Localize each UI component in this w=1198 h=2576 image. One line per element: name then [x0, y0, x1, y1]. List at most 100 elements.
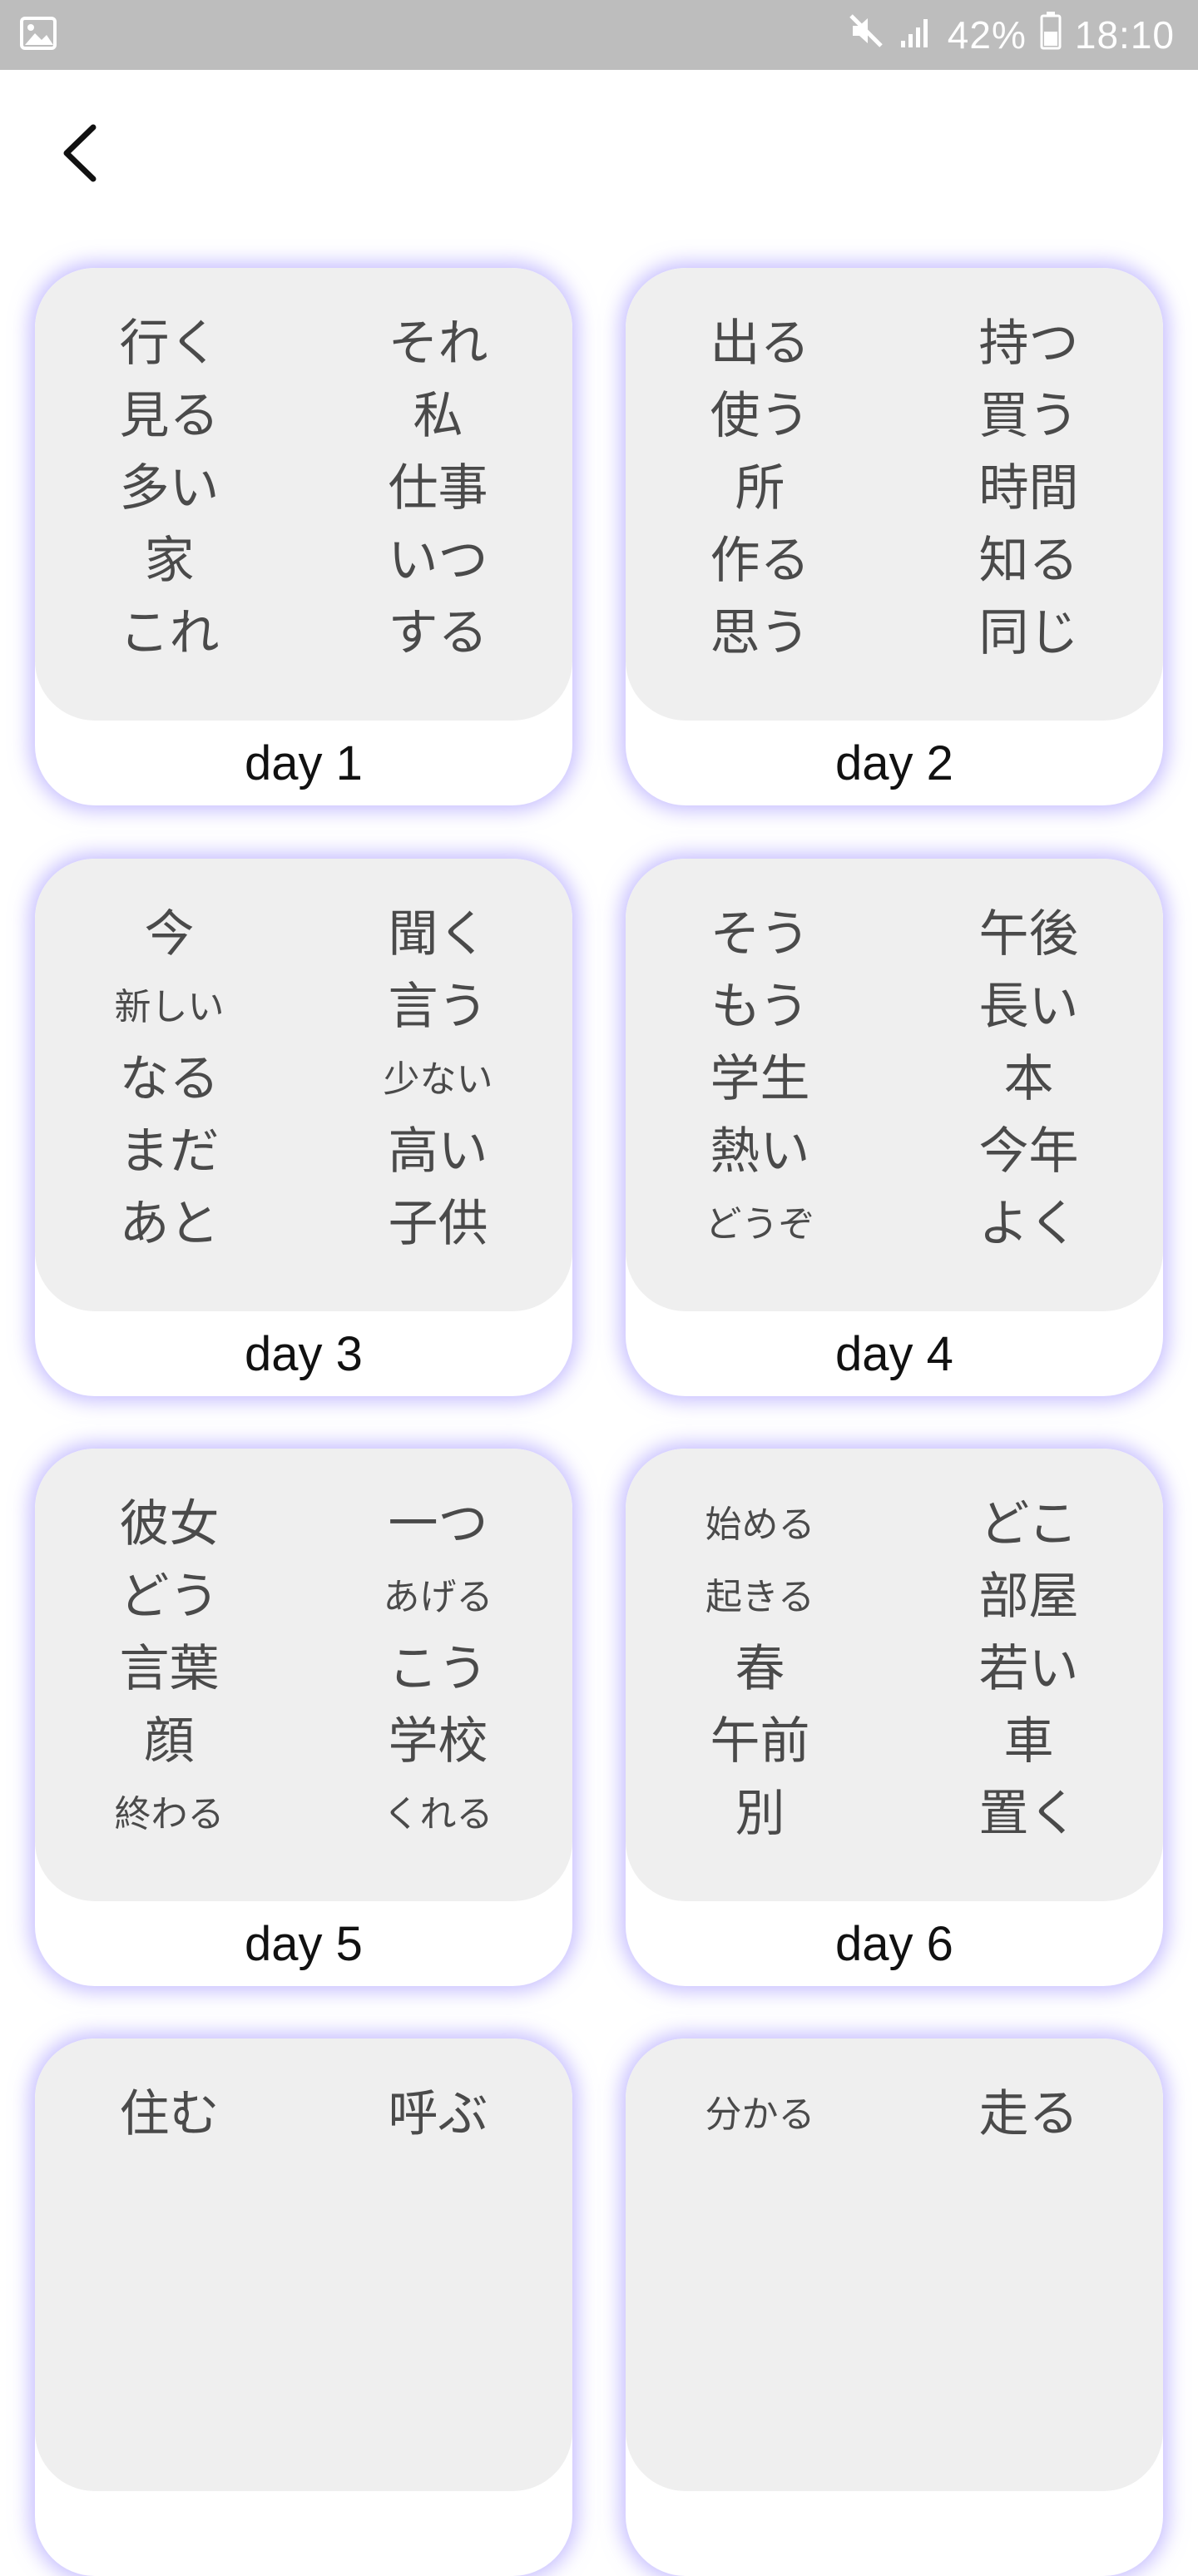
word-row: 彼女 一つ — [35, 1489, 572, 1561]
word: あと — [119, 1195, 220, 1253]
word: いつ — [388, 532, 488, 590]
word-row: 午前 車 — [626, 1706, 1163, 1778]
word: 多い — [119, 459, 220, 518]
word-row: 作る 知る — [626, 525, 1163, 597]
word: 家 — [144, 532, 195, 590]
word: 子供 — [388, 1195, 488, 1253]
word: 出る — [710, 315, 810, 373]
day-card[interactable]: 行く それ見る 私多い 仕事家 いつこれ する day 1 — [35, 268, 572, 805]
word: まだ — [119, 1122, 220, 1181]
word: 熱い — [710, 1122, 810, 1181]
day-label — [35, 2491, 572, 2576]
word-row: 行く それ — [35, 308, 572, 380]
day-label — [626, 2491, 1163, 2576]
word-row: 所 時間 — [626, 453, 1163, 525]
word-list: 行く それ見る 私多い 仕事家 いつこれ する — [35, 268, 572, 721]
word: 彼女 — [119, 1495, 220, 1553]
word-row: まだ 高い — [35, 1116, 572, 1188]
word: 車 — [1003, 1712, 1054, 1771]
word: 学校 — [388, 1712, 488, 1771]
day-label: day 3 — [245, 1326, 363, 1381]
word-row: 終わる くれる — [35, 1778, 572, 1850]
day-label: day 4 — [835, 1326, 953, 1381]
day-card[interactable]: 彼女 一つ どう あげる 言葉 こう顔 学校 終わる くれる day 5 — [35, 1449, 572, 1986]
word: 少ない — [383, 1058, 493, 1101]
word-row: 思う 同じ — [626, 597, 1163, 670]
day-card[interactable]: 住む 呼ぶ — [35, 2039, 572, 2576]
word: 知る — [978, 532, 1079, 590]
word-row: 言葉 こう — [35, 1633, 572, 1706]
day-label: day 5 — [245, 1916, 363, 1971]
word-row: 家 いつ — [35, 525, 572, 597]
word-row: 使う 買う — [626, 380, 1163, 453]
day-card[interactable]: 出る 持つ使う 買う所 時間 作る 知る思う 同じ day 2 — [626, 268, 1163, 805]
word-row: 熱い 今年 — [626, 1116, 1163, 1188]
word: 住む — [119, 2085, 220, 2143]
word: 新しい — [114, 986, 225, 1028]
word: 終わる — [114, 1793, 225, 1835]
word: 置く — [978, 1785, 1079, 1843]
word-list: 今 聞く 新しい 言う なる 少ない まだ 高い あと 子供 — [35, 859, 572, 1311]
word: 本 — [1003, 1050, 1054, 1108]
day-card[interactable]: そう 午後もう 長い学生 本熱い 今年どうぞ よく day 4 — [626, 859, 1163, 1396]
day-card-grid: 行く それ 見る 私多い 仕事家 いつ これ する day 1 出る 持つ 使う 買う所 時間 作る 知る 思う… — [0, 0, 1198, 2576]
day-card[interactable]: 始める どこ 起きる 部屋春 若い 午前 車別 置く day 6 — [626, 1449, 1163, 1986]
word: くれる — [383, 1793, 493, 1835]
word: これ — [119, 604, 220, 662]
word: 始める — [705, 1503, 815, 1546]
word: 別 — [735, 1785, 785, 1843]
word-row: もう 長い — [626, 971, 1163, 1043]
word-list: 出る 持つ使う 買う所 時間 作る 知る思う 同じ — [626, 268, 1163, 721]
word-row: 今 聞く — [35, 899, 572, 971]
word: する — [388, 604, 488, 662]
word: 言う — [388, 978, 488, 1036]
word: 行く — [119, 315, 220, 373]
word: 起きる — [705, 1576, 815, 1618]
word-row: 春 若い — [626, 1633, 1163, 1706]
day-label: day 6 — [835, 1916, 953, 1971]
word-row: 出る 持つ — [626, 308, 1163, 380]
word: 思う — [710, 604, 810, 662]
word: 一つ — [388, 1495, 488, 1553]
day-label: day 2 — [835, 736, 953, 790]
word: 高い — [388, 1122, 488, 1181]
day-card[interactable]: 分かる 走る — [626, 2039, 1163, 2576]
day-card[interactable]: 今 聞く 新しい 言う なる 少ない まだ 高い あと 子供 day 3 — [35, 859, 572, 1396]
word: 分かる — [705, 2093, 815, 2136]
word: 学生 — [710, 1050, 810, 1108]
word: 呼ぶ — [388, 2085, 488, 2143]
word: 持つ — [978, 315, 1079, 373]
word: 同じ — [978, 604, 1079, 662]
word: 仕事 — [388, 459, 488, 518]
word-row: 住む 呼ぶ — [35, 2078, 572, 2151]
word: 午前 — [710, 1712, 810, 1771]
word: 見る — [119, 387, 220, 445]
word-list: 始める どこ 起きる 部屋春 若い 午前 車別 置く — [626, 1449, 1163, 1901]
word: それ — [388, 315, 488, 373]
word: 時間 — [978, 459, 1079, 518]
word-list: 住む 呼ぶ — [35, 2039, 572, 2491]
word: 午後 — [978, 905, 1079, 964]
word: 私 — [413, 387, 463, 445]
word-row: あと 子供 — [35, 1188, 572, 1261]
word-list: そう 午後もう 長い学生 本熱い 今年どうぞ よく — [626, 859, 1163, 1311]
word-row: どうぞ よく — [626, 1188, 1163, 1261]
word-row: 見る 私 — [35, 380, 572, 453]
word-list: 分かる 走る — [626, 2039, 1163, 2491]
day-label: day 1 — [245, 736, 363, 790]
word: 春 — [735, 1640, 785, 1698]
word-row: どう あげる — [35, 1561, 572, 1633]
word: よく — [978, 1195, 1079, 1253]
word: そう — [710, 905, 810, 964]
word: 買う — [978, 387, 1079, 445]
word: もう — [710, 978, 809, 1036]
word-row: 分かる 走る — [626, 2078, 1163, 2151]
word-row: これ する — [35, 597, 572, 670]
word: 今 — [144, 905, 195, 964]
word: どうぞ — [705, 1203, 815, 1246]
word: 長い — [978, 978, 1079, 1036]
word: 走る — [978, 2085, 1079, 2143]
word-row: 多い 仕事 — [35, 453, 572, 525]
word-row: 新しい 言う — [35, 971, 572, 1043]
word: どう — [119, 1568, 220, 1626]
